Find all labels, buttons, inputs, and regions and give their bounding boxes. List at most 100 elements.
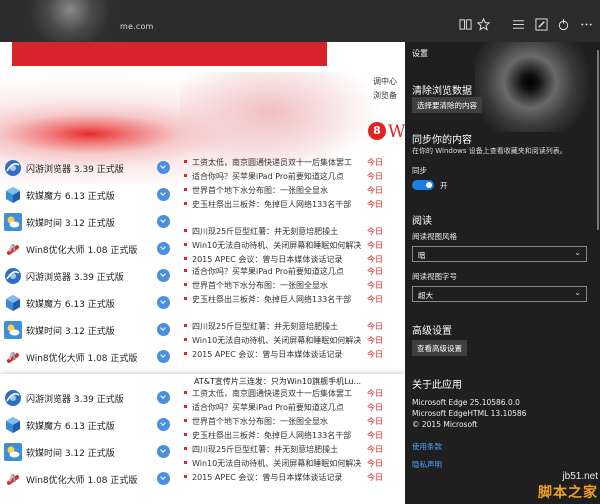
news-item[interactable]: 适合你吗？买苹果iPad Pro前要知道这几点 今日 xyxy=(180,264,405,278)
news-item[interactable]: Win10无法自动待机、关闭屏幕和睡眠如何解决 今日 xyxy=(180,456,405,470)
reading-style-label: 阅读视图风格 xyxy=(412,232,457,241)
news-item[interactable]: Win10无法自动待机、关闭屏幕和睡眠如何解决 今日 xyxy=(180,333,405,347)
bullet-icon xyxy=(184,447,187,450)
news-date: 今日 xyxy=(367,473,383,482)
app-list-item[interactable]: 软媒时间 3.12 正式版 xyxy=(0,318,180,342)
cube-icon xyxy=(4,186,22,204)
download-icon[interactable] xyxy=(157,188,170,201)
news-title: 四川现25斤巨型红薯：并无刻意培肥操土 xyxy=(192,227,339,236)
nav-fragment[interactable]: 浏览备 xyxy=(373,90,397,101)
news-date: 今日 xyxy=(367,336,383,345)
panel-dark-glow xyxy=(475,42,595,132)
webpage-content: 调中心 浏览备 8 W 闪游浏览器 3.39 正式版 软媒魔方 6.13 正式版软… xyxy=(0,42,405,504)
download-icon[interactable] xyxy=(157,269,170,282)
app-list-item[interactable]: 软媒魔方 6.13 正式版 xyxy=(0,413,180,437)
download-icon[interactable] xyxy=(157,418,170,431)
news-date: 今日 xyxy=(367,445,383,454)
news-item[interactable]: 2015 APEC 会议：曾与日本媒体谈话记录 今日 xyxy=(180,347,405,361)
news-item[interactable]: 四川现25斤巨型红薯：并无刻意培肥操土 今日 xyxy=(180,442,405,456)
swiss-knife-icon xyxy=(4,348,22,366)
news-item[interactable]: 工资太低，南京圆通快递员双十一后集体罢工 今日 xyxy=(180,155,405,169)
favorite-star-icon[interactable] xyxy=(475,17,491,34)
share-icon[interactable] xyxy=(555,18,571,34)
browser-globe-icon xyxy=(4,389,22,407)
news-item[interactable]: 2015 APEC 会议：曾与日本媒体谈话记录 今日 xyxy=(180,470,405,484)
bullet-icon xyxy=(184,405,187,408)
news-item[interactable]: 工资太低，南京圆通快递员双十一后集体罢工 今日 xyxy=(180,386,405,400)
news-title: 工资太低，南京圆通快递员双十一后集体罢工 xyxy=(192,158,352,167)
swiss-knife-icon xyxy=(4,470,22,488)
app-list-item[interactable]: 闪游浏览器 3.39 正式版 xyxy=(0,386,180,410)
app-list-item[interactable]: Win8优化大师 1.08 正式版 xyxy=(0,237,180,261)
app-name: 软媒魔方 6.13 正式版 xyxy=(26,422,115,432)
news-item[interactable]: 史玉柱祭出三板斧：免掉巨人网络133名干部 今日 xyxy=(180,428,405,442)
news-item[interactable]: Win10无法自动待机、关闭屏幕和睡眠如何解决 今日 xyxy=(180,238,405,252)
download-icon[interactable] xyxy=(157,445,170,458)
screenshot-root: me.com 调中心 浏览备 8 W 闪游浏览器 3.39 正式版 软媒魔方 6.… xyxy=(0,0,600,504)
news-item[interactable]: 适合你吗？买苹果iPad Pro前要知道这几点 今日 xyxy=(180,400,405,414)
news-date: 今日 xyxy=(367,186,383,195)
privacy-link[interactable]: 隐私声明 xyxy=(412,459,442,470)
choose-clear-button[interactable]: 选择要清除的内容 xyxy=(412,97,482,113)
bullet-icon xyxy=(184,243,187,246)
browser-globe-icon xyxy=(4,159,22,177)
web-note-icon[interactable] xyxy=(533,18,549,34)
news-item[interactable]: 史玉柱祭出三板斧：免掉巨人网络133名干部 今日 xyxy=(180,292,405,306)
news-date: 今日 xyxy=(367,158,383,167)
chevron-down-icon: ⌄ xyxy=(574,288,581,297)
settings-scrollbar[interactable] xyxy=(597,50,599,230)
terms-link[interactable]: 使用条款 xyxy=(412,441,442,452)
app-list-item[interactable]: 闪游浏览器 3.39 正式版 xyxy=(0,156,180,180)
bullet-icon xyxy=(184,188,187,191)
about-version-line: Microsoft Edge 25.10586.0.0 xyxy=(412,398,520,407)
news-title: 适合你吗？买苹果iPad Pro前要知道这几点 xyxy=(192,172,344,181)
app-name: 闪游浏览器 3.39 正式版 xyxy=(26,395,124,405)
news-item[interactable]: 世界首个地下水分布图：一张图全显水 今日 xyxy=(180,414,405,428)
download-icon[interactable] xyxy=(157,161,170,174)
download-icon[interactable] xyxy=(157,296,170,309)
news-title: 世界首个地下水分布图：一张图全显水 xyxy=(192,417,328,426)
download-icon[interactable] xyxy=(157,215,170,228)
reading-view-icon[interactable] xyxy=(457,18,473,34)
news-item[interactable]: 世界首个地下水分布图：一张图全显水 今日 xyxy=(180,183,405,197)
app-list-item[interactable]: 软媒魔方 6.13 正式版 xyxy=(0,291,180,315)
app-list-item[interactable]: 软媒时间 3.12 正式版 xyxy=(0,210,180,234)
bullet-icon xyxy=(184,297,187,300)
news-item[interactable]: 世界首个地下水分布图：一张图全显水 今日 xyxy=(180,278,405,292)
app-name: 软媒魔方 6.13 正式版 xyxy=(26,192,115,202)
news-title: 2015 APEC 会议：曾与日本媒体谈话记录 xyxy=(192,473,343,482)
app-list-item[interactable]: 软媒魔方 6.13 正式版 xyxy=(0,183,180,207)
news-title: 世界首个地下水分布图：一张图全显水 xyxy=(192,186,328,195)
news-item[interactable]: 史玉柱祭出三板斧：免掉巨人网络133名干部 今日 xyxy=(180,197,405,211)
download-icon[interactable] xyxy=(157,350,170,363)
news-title: 史玉柱祭出三板斧：免掉巨人网络133名干部 xyxy=(192,200,352,209)
view-advanced-button[interactable]: 查看高级设置 xyxy=(412,340,467,356)
sync-label: 同步 xyxy=(412,166,427,175)
reading-font-select[interactable]: 超大 ⌄ xyxy=(412,286,587,302)
about-heading: 关于此应用 xyxy=(412,380,462,391)
logo-circle-fragment: 8 xyxy=(368,122,386,140)
reading-style-select[interactable]: 暗 ⌄ xyxy=(412,246,587,262)
app-list-item[interactable]: Win8优化大师 1.08 正式版 xyxy=(0,467,180,491)
download-icon[interactable] xyxy=(157,242,170,255)
cube-icon xyxy=(4,294,22,312)
download-icon[interactable] xyxy=(157,323,170,336)
news-item[interactable]: 四川现25斤巨型红薯：并无刻意培肥操土 今日 xyxy=(180,224,405,238)
app-list-item[interactable]: 闪游浏览器 3.39 正式版 xyxy=(0,264,180,288)
news-date: 今日 xyxy=(367,322,383,331)
news-item[interactable]: 四川现25斤巨型红薯：并无刻意培肥操土 今日 xyxy=(180,319,405,333)
app-list-item[interactable]: Win8优化大师 1.08 正式版 xyxy=(0,345,180,369)
news-date: 今日 xyxy=(367,200,383,209)
download-icon[interactable] xyxy=(157,391,170,404)
sync-toggle[interactable] xyxy=(412,180,434,190)
download-icon[interactable] xyxy=(157,472,170,485)
app-list-item[interactable]: 软媒时间 3.12 正式版 xyxy=(0,440,180,464)
site-watermark: jb51.net 脚本之家 xyxy=(538,471,598,502)
news-item[interactable]: 适合你吗？买苹果iPad Pro前要知道这几点 今日 xyxy=(180,169,405,183)
address-bar[interactable]: me.com xyxy=(120,22,154,31)
hub-icon[interactable] xyxy=(510,18,526,34)
app-name: Win8优化大师 1.08 正式版 xyxy=(26,246,138,256)
bullet-icon xyxy=(184,433,187,436)
more-icon[interactable] xyxy=(578,18,594,34)
nav-fragment[interactable]: 调中心 xyxy=(373,76,397,87)
